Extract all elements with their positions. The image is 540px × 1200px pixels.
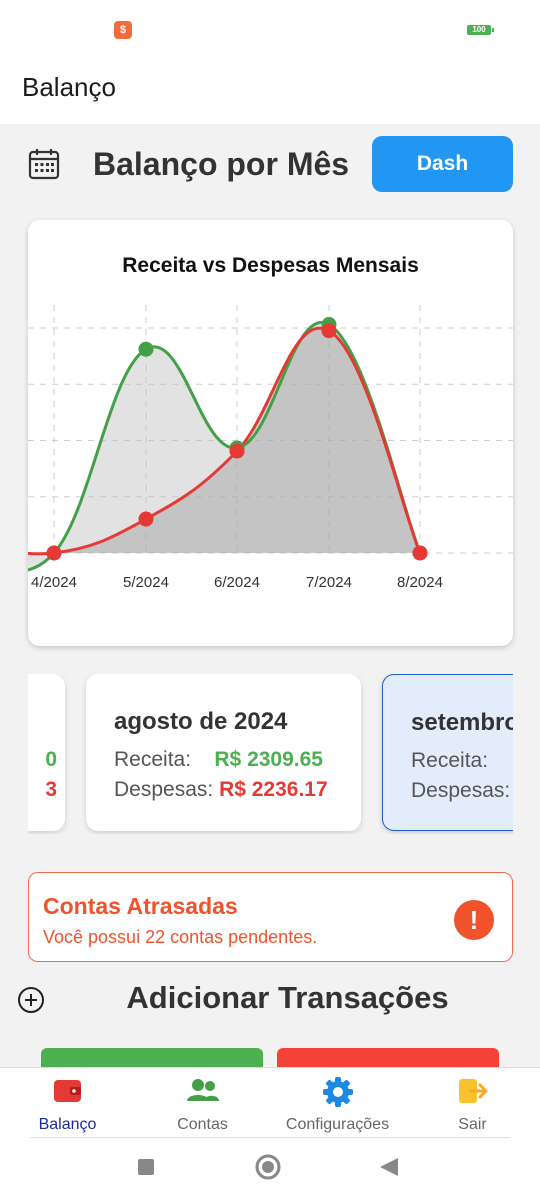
- receita-value: R$ 2309.65: [214, 748, 323, 771]
- data-point[interactable]: [412, 545, 428, 561]
- x-tick-label: 7/2024: [306, 574, 352, 591]
- nav-configuracoes[interactable]: Configurações: [270, 1068, 405, 1138]
- people-icon: [186, 1076, 220, 1111]
- nav-label: Balanço: [38, 1116, 97, 1133]
- x-tick-label: 6/2024: [214, 574, 260, 591]
- calendar-icon: [28, 148, 60, 185]
- nav-contas[interactable]: Contas: [135, 1068, 270, 1138]
- nav-balanco[interactable]: Balanço: [0, 1068, 135, 1138]
- battery-icon: 100: [467, 25, 494, 35]
- nav-sair[interactable]: Sair: [405, 1068, 540, 1138]
- month-title: setembro: [411, 709, 513, 736]
- add-transactions-title: Adicionar Transações: [126, 980, 449, 1015]
- month-title: agosto de 2024: [114, 708, 288, 735]
- recents-button[interactable]: [138, 1159, 154, 1175]
- page-title: Balanço: [22, 72, 116, 102]
- logout-icon: [457, 1076, 489, 1111]
- month-carousel[interactable]: 0 3 agosto de 2024 Receita: R$ 2309.65 D…: [28, 674, 513, 834]
- nav-label: Sair: [458, 1116, 487, 1133]
- overdue-alert-card[interactable]: Contas Atrasadas Você possui 22 contas p…: [28, 872, 513, 962]
- system-navigation-bar: [0, 1137, 540, 1200]
- x-tick-label: 5/2024: [123, 574, 169, 591]
- revenue-expense-chart: 4/2024 5/2024 6/2024 7/2024 8/2024: [28, 305, 513, 591]
- despesas-value: R$ 2236.17: [219, 778, 328, 801]
- receita-label: Receita:: [411, 749, 489, 772]
- data-point[interactable]: [321, 323, 337, 339]
- data-point[interactable]: [138, 341, 154, 357]
- month-despesas-value: 3: [45, 778, 57, 801]
- shop-notification-icon: $: [114, 21, 132, 39]
- nav-label: Contas: [177, 1116, 228, 1133]
- section-title: Balanço por Mês: [93, 146, 350, 182]
- chart-card: Receita vs Despesas Mensais 4/2024 5/2024…: [28, 220, 513, 646]
- alert-title: Contas Atrasadas: [43, 893, 238, 919]
- despesas-label: Despesas:: [114, 778, 214, 801]
- data-point[interactable]: [46, 545, 62, 561]
- dash-button[interactable]: Dash: [372, 136, 513, 192]
- alert-text: Você possui 22 contas pendentes.: [43, 927, 318, 947]
- month-despesas-row: Despesas: R$ 2236.17: [114, 778, 328, 802]
- back-button[interactable]: [380, 1158, 398, 1176]
- month-card-previous[interactable]: 0 3: [28, 674, 65, 831]
- x-tick-label: 4/2024: [31, 574, 77, 591]
- month-receita-row: Receita: R$ 2309.65: [114, 748, 323, 772]
- receita-label: Receita:: [114, 748, 192, 771]
- status-bar: $ 100: [0, 0, 540, 60]
- alert-exclamation-icon: !: [454, 900, 494, 940]
- bottom-navigation: Balanço Contas Configurações Sair: [0, 1067, 540, 1137]
- month-receita-value: 0: [45, 748, 57, 771]
- despesas-label: Despesas:: [411, 779, 511, 802]
- wallet-icon: [52, 1076, 84, 1111]
- gear-icon: [322, 1076, 354, 1113]
- month-card-setembro[interactable]: setembro Receita: Despesas:: [382, 674, 513, 831]
- x-tick-label: 8/2024: [397, 574, 443, 591]
- home-button-dot: [262, 1161, 274, 1173]
- month-card-agosto[interactable]: agosto de 2024 Receita: R$ 2309.65 Despe…: [86, 674, 361, 831]
- data-point[interactable]: [138, 511, 154, 527]
- nav-label: Configurações: [285, 1116, 390, 1133]
- data-point[interactable]: [229, 443, 245, 459]
- app-header: Balanço: [0, 60, 540, 124]
